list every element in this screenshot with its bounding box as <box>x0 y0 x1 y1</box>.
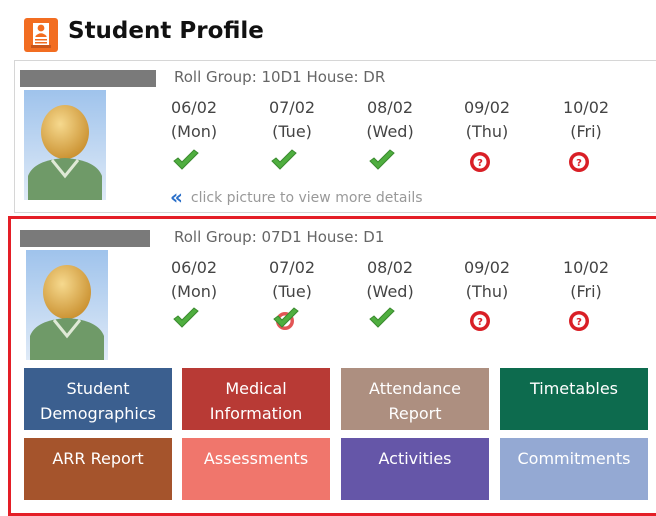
card-divider <box>14 212 656 213</box>
day-weekday: (Fri) <box>570 282 602 301</box>
day-date: 09/02 <box>463 98 511 117</box>
roll-group-label: Roll Group: 07D1 House: D1 <box>174 228 385 246</box>
tile-label: Student <box>66 379 130 398</box>
red-question-icon: ? <box>470 152 490 172</box>
day-column: 07/02 (Tue) <box>260 256 324 304</box>
tile-label: ARR Report <box>52 449 144 468</box>
day-weekday: (Wed) <box>366 122 414 141</box>
activities-button[interactable]: Activities <box>341 438 489 500</box>
student-name-redacted <box>20 70 156 87</box>
day-date: 07/02 <box>268 98 316 117</box>
day-weekday: (Mon) <box>170 282 218 301</box>
svg-text:?: ? <box>477 317 483 328</box>
tile-label-line2: Demographics <box>40 404 156 423</box>
day-date: 10/02 <box>562 258 610 277</box>
day-column: 10/02 (Fri) <box>554 256 618 304</box>
tile-label-line2: Information <box>209 404 303 423</box>
view-details-hint[interactable]: « click picture to view more details <box>170 183 423 209</box>
red-question-icon: ? <box>569 152 589 172</box>
svg-text:?: ? <box>576 317 582 328</box>
day-date: 09/02 <box>463 258 511 277</box>
double-chevron-left-icon: « <box>170 185 183 209</box>
page-header: Student Profile <box>0 0 656 58</box>
student-name-redacted <box>20 230 150 247</box>
day-column: 07/02 (Tue) <box>260 96 324 144</box>
tile-label: Assessments <box>203 449 309 468</box>
day-weekday: (Fri) <box>570 122 602 141</box>
arr-report-button[interactable]: ARR Report <box>24 438 172 500</box>
day-date: 06/02 <box>170 258 218 277</box>
day-column: 08/02 (Wed) <box>358 96 422 144</box>
green-check-icon <box>271 149 297 170</box>
day-column: 09/02 (Thu) <box>455 96 519 144</box>
assessments-button[interactable]: Assessments <box>182 438 330 500</box>
red-question-icon: ? <box>470 311 490 331</box>
tile-label: Attendance <box>369 379 461 398</box>
day-date: 08/02 <box>366 258 414 277</box>
day-date: 08/02 <box>366 98 414 117</box>
day-weekday: (Tue) <box>272 122 312 141</box>
day-date: 10/02 <box>562 98 610 117</box>
day-weekday: (Thu) <box>465 122 509 141</box>
check-with-red-mark-icon <box>273 307 299 330</box>
day-weekday: (Thu) <box>465 282 509 301</box>
student-demographics-button[interactable]: Student Demographics <box>24 368 172 430</box>
medical-information-button[interactable]: Medical Information <box>182 368 330 430</box>
green-check-icon <box>369 149 395 170</box>
day-date: 06/02 <box>170 98 218 117</box>
green-check-icon <box>173 149 199 170</box>
hint-text: click picture to view more details <box>190 190 423 206</box>
day-weekday: (Tue) <box>272 282 312 301</box>
tile-label: Medical <box>225 379 287 398</box>
svg-text:?: ? <box>576 158 582 169</box>
attendance-report-button[interactable]: Attendance Report <box>341 368 489 430</box>
timetables-button[interactable]: Timetables <box>500 368 648 430</box>
page-title: Student Profile <box>68 18 264 44</box>
student-avatar[interactable] <box>24 90 106 200</box>
day-date: 07/02 <box>268 258 316 277</box>
commitments-button[interactable]: Commitments <box>500 438 648 500</box>
day-column: 10/02 (Fri) <box>554 96 618 144</box>
day-weekday: (Mon) <box>170 122 218 141</box>
tile-label: Activities <box>378 449 452 468</box>
card-divider <box>14 60 656 61</box>
student-avatar[interactable] <box>26 250 108 360</box>
tile-label-line2: Report <box>388 404 442 423</box>
green-check-icon <box>369 307 395 328</box>
tile-label: Timetables <box>529 379 618 398</box>
day-weekday: (Wed) <box>366 282 414 301</box>
svg-text:?: ? <box>477 158 483 169</box>
day-column: 06/02 (Mon) <box>162 256 226 304</box>
day-column: 06/02 (Mon) <box>162 96 226 144</box>
card-border <box>14 60 15 212</box>
day-column: 09/02 (Thu) <box>455 256 519 304</box>
tile-label: Commitments <box>517 449 631 468</box>
green-check-icon <box>173 307 199 328</box>
student-profile-icon <box>24 18 58 52</box>
roll-group-label: Roll Group: 10D1 House: DR <box>174 68 386 86</box>
red-question-icon: ? <box>569 311 589 331</box>
day-column: 08/02 (Wed) <box>358 256 422 304</box>
